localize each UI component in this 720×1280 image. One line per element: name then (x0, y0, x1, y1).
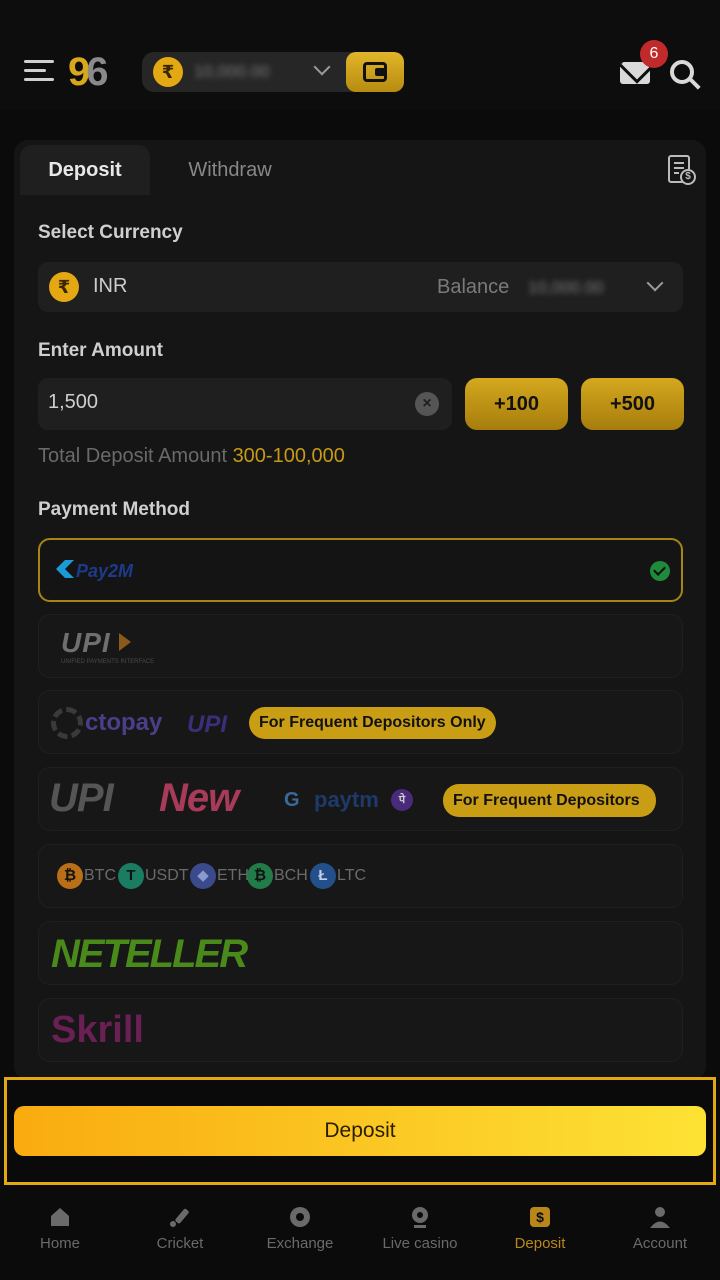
wallet-button[interactable] (346, 52, 404, 92)
add-500-button[interactable]: +500 (581, 378, 684, 430)
tab-withdraw[interactable]: Withdraw (170, 145, 290, 195)
nav-exchange[interactable]: Exchange (240, 1205, 360, 1252)
btc-item: ₿ BTC (57, 863, 116, 889)
upi-logo: UPI (61, 627, 111, 658)
search-icon[interactable] (670, 60, 694, 84)
bch-item: ₿ BCH (247, 863, 308, 889)
pay2m-logo: Pay2M (76, 561, 134, 581)
clear-icon[interactable]: × (415, 392, 439, 416)
chevron-down-icon (646, 274, 664, 292)
pay2m-logo-icon (54, 558, 76, 580)
balance-label: Balance (437, 276, 510, 298)
ctopay-logo: ctopay (85, 709, 163, 736)
currency-code: INR (93, 275, 128, 297)
nav-live-casino[interactable]: Live casino (360, 1205, 480, 1252)
home-icon (51, 1208, 69, 1226)
eth-icon: ◆ (190, 863, 216, 889)
nav-deposit[interactable]: $ Deposit (480, 1205, 600, 1252)
payment-method-upi-new[interactable]: UPI New G paytm पे For Frequent Deposito… (38, 767, 683, 831)
nav-cricket[interactable]: Cricket (120, 1205, 240, 1252)
account-icon (650, 1207, 670, 1228)
amount-field[interactable]: × (38, 378, 452, 430)
upi-tagline: UNIFIED PAYMENTS INTERFACE (61, 659, 155, 665)
ctopay-logo-icon (51, 707, 83, 739)
deposit-range-text: Total Deposit Amount 300-100,000 (38, 445, 345, 467)
menu-icon[interactable] (24, 58, 54, 84)
payment-method-neteller[interactable]: NETELLER (38, 921, 683, 985)
brand-logo[interactable]: 96 (68, 50, 109, 95)
paytm-logo: paytm (314, 787, 379, 812)
amount-input[interactable] (48, 391, 408, 414)
payment-method-label: Payment Method (38, 499, 191, 520)
svg-text:$: $ (536, 1209, 544, 1225)
btc-icon: ₿ (57, 863, 83, 889)
nav-account[interactable]: Account (600, 1205, 720, 1252)
select-currency-label: Select Currency (38, 222, 183, 243)
currency-balance-value: 10,000.00 (528, 278, 604, 297)
live-casino-icon (412, 1207, 428, 1228)
skrill-logo: Skrill (51, 1009, 144, 1051)
cricket-icon (170, 1208, 189, 1227)
selected-check-icon (650, 561, 670, 581)
header-balance-value: 10,000.00 (194, 62, 270, 81)
transaction-history-icon[interactable]: $ (668, 155, 696, 185)
rupee-coin-icon: ₹ (49, 272, 79, 302)
payment-method-crypto[interactable]: ₿ BTC T USDT ◆ ETH ₿ BCH Ł LTC (38, 844, 683, 908)
usdt-icon: T (118, 863, 144, 889)
rupee-coin-icon: ₹ (153, 57, 183, 87)
ctopay-upi-text: UPI (187, 711, 228, 738)
deposit-icon: $ (530, 1207, 550, 1227)
payment-method-pay2m[interactable]: Pay2M (38, 538, 683, 602)
upi-new-logo: UPI (49, 776, 114, 820)
payment-method-skrill[interactable]: Skrill (38, 998, 683, 1062)
frequent-depositors-only-badge: For Frequent Depositors Only (249, 707, 496, 739)
bch-icon: ₿ (247, 863, 273, 889)
exchange-icon (290, 1207, 310, 1227)
tab-deposit[interactable]: Deposit (20, 145, 150, 195)
upi-arrow-icon (119, 633, 131, 651)
mail-count-badge: 6 (640, 40, 668, 68)
ltc-icon: Ł (310, 863, 336, 889)
eth-item: ◆ ETH (190, 863, 249, 889)
add-100-button[interactable]: +100 (465, 378, 568, 430)
upi-new-label: New (159, 776, 239, 820)
currency-select[interactable]: ₹ INR Balance 10,000.00 (38, 262, 683, 312)
payment-method-upi[interactable]: UPI UNIFIED PAYMENTS INTERFACE (38, 614, 683, 678)
ltc-item: Ł LTC (310, 863, 366, 889)
enter-amount-label: Enter Amount (38, 340, 163, 361)
neteller-logo: NETELLER (51, 932, 248, 976)
usdt-item: T USDT (118, 863, 189, 889)
nav-home[interactable]: Home (0, 1205, 120, 1252)
google-pay-icon: G (284, 789, 300, 811)
deposit-button[interactable]: Deposit (14, 1106, 706, 1156)
frequent-depositors-badge: For Frequent Depositors (443, 784, 656, 817)
payment-method-ctopay[interactable]: ctopay UPI For Frequent Depositors Only (38, 690, 683, 754)
phonepe-icon: पे (391, 789, 413, 811)
